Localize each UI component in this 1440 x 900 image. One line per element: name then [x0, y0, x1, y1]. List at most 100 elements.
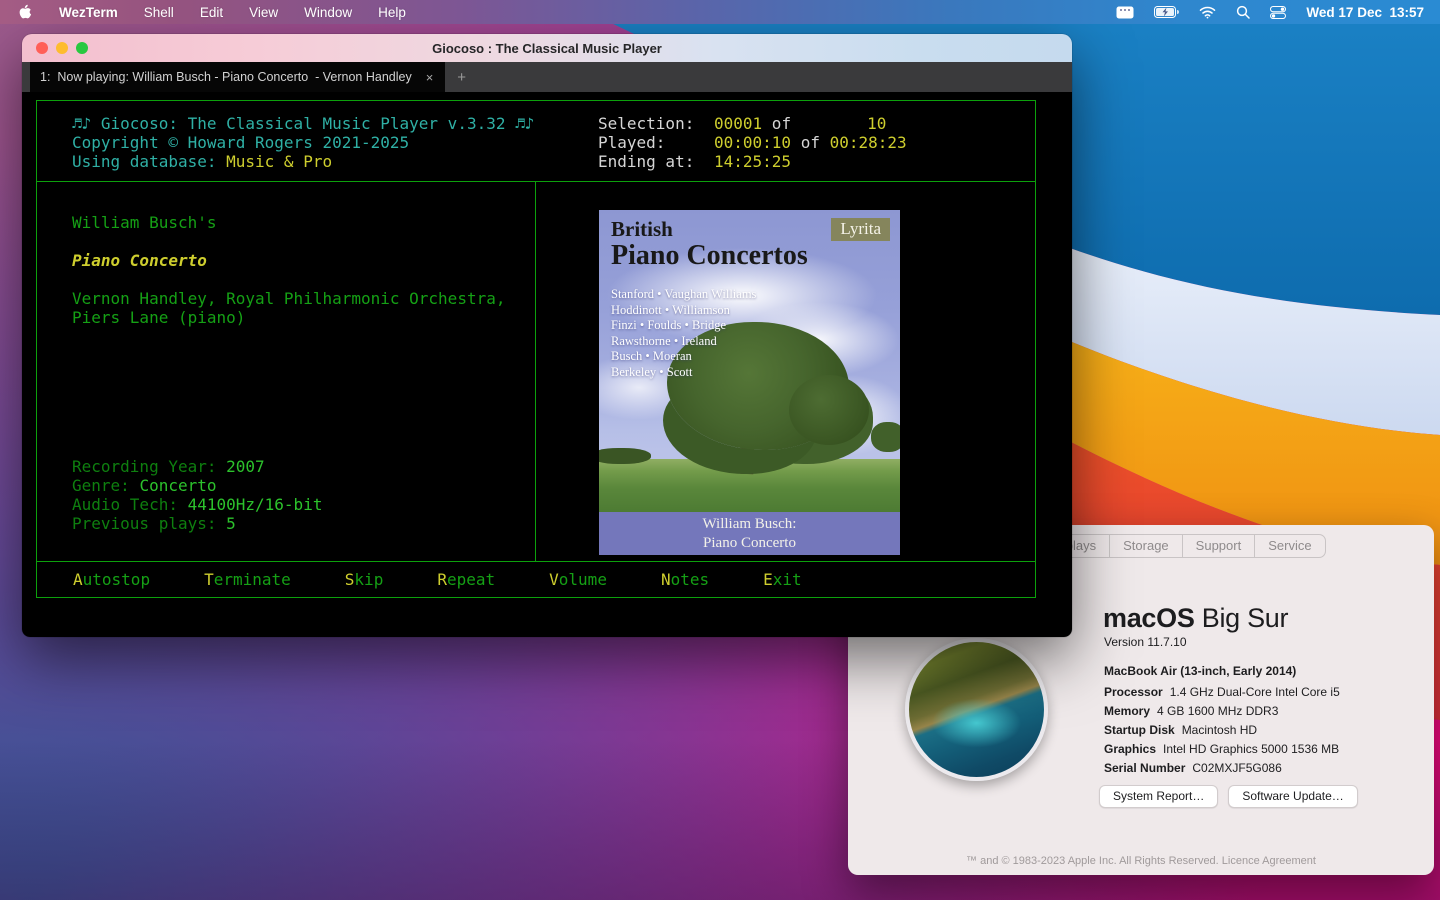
menu-item-view[interactable]: View: [249, 5, 278, 20]
wifi-icon[interactable]: [1199, 6, 1216, 19]
album-title-line-2: Piano Concertos: [611, 246, 808, 265]
macos-menu-bar: WezTerm Shell Edit View Window Help: [0, 0, 1440, 24]
spec-row-serial-number: Serial NumberC02MXJF5G086: [1104, 759, 1340, 778]
tab-label: 1: Now playing: William Busch - Piano Co…: [40, 70, 412, 84]
giocoso-main: William Busch's Piano Concerto Vernon Ha…: [37, 182, 1035, 561]
meta-label: Audio Tech:: [72, 495, 188, 514]
giocoso-banner: ♬♪ Giocoso: The Classical Music Player v…: [37, 114, 598, 181]
spec-list: Processor 1.4 GHz Dual-Core Intel Core i5…: [1104, 683, 1340, 778]
menu-item-autostop[interactable]: Autostop: [73, 570, 150, 589]
about-footer: ™ and © 1983-2023 Apple Inc. All Rights …: [848, 855, 1434, 867]
spec-value: C02MXJF5G086: [1192, 761, 1281, 775]
selection-value: 00001: [714, 114, 762, 133]
menu-item-label: kip: [354, 570, 383, 589]
banner-line-1: ♬♪ Giocoso: The Classical Music Player v…: [72, 114, 598, 133]
blank-line: [72, 270, 535, 289]
spec-value: 4 GB 1600 MHz DDR3: [1157, 704, 1278, 718]
album-caption-line-1: William Busch:: [599, 515, 900, 534]
menu-item-shell[interactable]: Shell: [144, 5, 174, 20]
control-center-icon[interactable]: [1270, 6, 1286, 19]
composer-line: William Busch's: [72, 213, 535, 232]
giocoso-tui: ♬♪ Giocoso: The Classical Music Player v…: [36, 100, 1036, 598]
tab-support[interactable]: Support: [1182, 535, 1255, 557]
terminal-tab-bar: 1: Now playing: William Busch - Piano Co…: [22, 62, 1072, 92]
ending-row: Ending at:14:25:25: [598, 152, 1035, 171]
menu-item-label: olume: [559, 570, 607, 589]
work-title: Piano Concerto: [72, 251, 535, 270]
playback-status: Selection:00001 of10 Played:00:00:10 of …: [598, 114, 1035, 181]
spec-value: Intel HD Graphics 5000 1536 MB: [1163, 742, 1339, 756]
licence-agreement-link[interactable]: Licence Agreement: [1222, 855, 1316, 867]
tab-service[interactable]: Service: [1254, 535, 1324, 557]
menu-item-label: erminate: [214, 570, 291, 589]
meta-label: Previous plays:: [72, 514, 226, 533]
terminal-content[interactable]: ♬♪ Giocoso: The Classical Music Player v…: [22, 92, 1072, 637]
menu-item-help[interactable]: Help: [378, 5, 406, 20]
spec-label: Graphics: [1104, 742, 1156, 756]
os-name-title: macOS Big Sur: [1103, 603, 1288, 634]
minimize-window-button[interactable]: [56, 42, 68, 54]
battery-charging-icon[interactable]: [1154, 6, 1179, 18]
menu-item-exit[interactable]: Exit: [763, 570, 802, 589]
spec-label: Processor: [1104, 685, 1163, 699]
tree-foliage-graphic: [789, 375, 869, 445]
menu-item-terminate[interactable]: Terminate: [204, 570, 291, 589]
hotkey: V: [549, 570, 559, 589]
system-report-button[interactable]: System Report…: [1099, 785, 1218, 808]
hotkey: A: [73, 570, 83, 589]
record-label-badge: Lyrita: [831, 218, 890, 241]
keyboard-icon[interactable]: [1116, 6, 1134, 19]
spec-row-memory: Memory4 GB 1600 MHz DDR3: [1104, 702, 1340, 721]
ending-label: Ending at:: [598, 152, 714, 171]
os-version: Version 11.7.10: [1104, 635, 1187, 649]
meta-value: 5: [226, 514, 236, 533]
selection-total: 10: [867, 114, 886, 133]
meta-recording-year: Recording Year: 2007: [72, 457, 535, 476]
zoom-window-button[interactable]: [76, 42, 88, 54]
composer-list-line: Berkeley • Scott: [611, 365, 756, 381]
spec-value: 1.4 GHz Dual-Core Intel Core i5: [1170, 685, 1340, 699]
composer-list-line: Stanford • Vaughan Williams: [611, 287, 756, 303]
spec-value: Macintosh HD: [1182, 723, 1257, 737]
menu-item-label: otes: [671, 570, 710, 589]
menu-item-repeat[interactable]: Repeat: [437, 570, 495, 589]
selection-row: Selection:00001 of 10: [598, 114, 1035, 133]
menu-item-window[interactable]: Window: [304, 5, 352, 20]
new-tab-button[interactable]: +: [445, 62, 478, 92]
hotkey: S: [345, 570, 355, 589]
big-sur-artwork-image: [905, 638, 1048, 781]
db-label: Using database:: [72, 152, 226, 171]
giocoso-menu-bar: Autostop Terminate Skip Repeat Volume No…: [37, 561, 1035, 597]
ending-value: 14:25:25: [714, 152, 791, 171]
tab-close-icon[interactable]: ×: [426, 70, 434, 85]
close-window-button[interactable]: [36, 42, 48, 54]
terminal-tab-1[interactable]: 1: Now playing: William Busch - Piano Co…: [30, 62, 445, 92]
selection-of: of: [762, 114, 791, 133]
selection-label: Selection:: [598, 114, 714, 133]
menu-app-name[interactable]: WezTerm: [59, 5, 118, 20]
performers-line-2: Piers Lane (piano): [72, 308, 535, 327]
software-update-button[interactable]: Software Update…: [1228, 785, 1357, 808]
window-titlebar[interactable]: Giocoso : The Classical Music Player: [22, 34, 1072, 62]
hotkey: N: [661, 570, 671, 589]
menu-item-label: xit: [773, 570, 802, 589]
menu-item-volume[interactable]: Volume: [549, 570, 607, 589]
menu-bar-clock[interactable]: Wed 17 Dec 13:57: [1306, 5, 1424, 20]
album-caption-line-2: Piano Concerto: [599, 534, 900, 553]
meta-value: 2007: [226, 457, 265, 476]
performers-line-1: Vernon Handley, Royal Philharmonic Orche…: [72, 289, 535, 308]
bush-graphic: [599, 448, 651, 464]
traffic-lights: [36, 42, 88, 54]
tab-storage[interactable]: Storage: [1109, 535, 1182, 557]
menu-item-edit[interactable]: Edit: [200, 5, 223, 20]
search-icon[interactable]: [1236, 5, 1250, 19]
album-title-line-1: British: [611, 220, 673, 239]
menu-item-skip[interactable]: Skip: [345, 570, 384, 589]
hotkey: R: [437, 570, 447, 589]
apple-menu-icon[interactable]: [18, 4, 33, 21]
meta-value: Concerto: [139, 476, 216, 495]
banner-line-3: Using database: Music & Pro: [72, 152, 598, 171]
played-of: of: [791, 133, 830, 152]
menu-item-notes[interactable]: Notes: [661, 570, 709, 589]
hotkey: T: [204, 570, 214, 589]
